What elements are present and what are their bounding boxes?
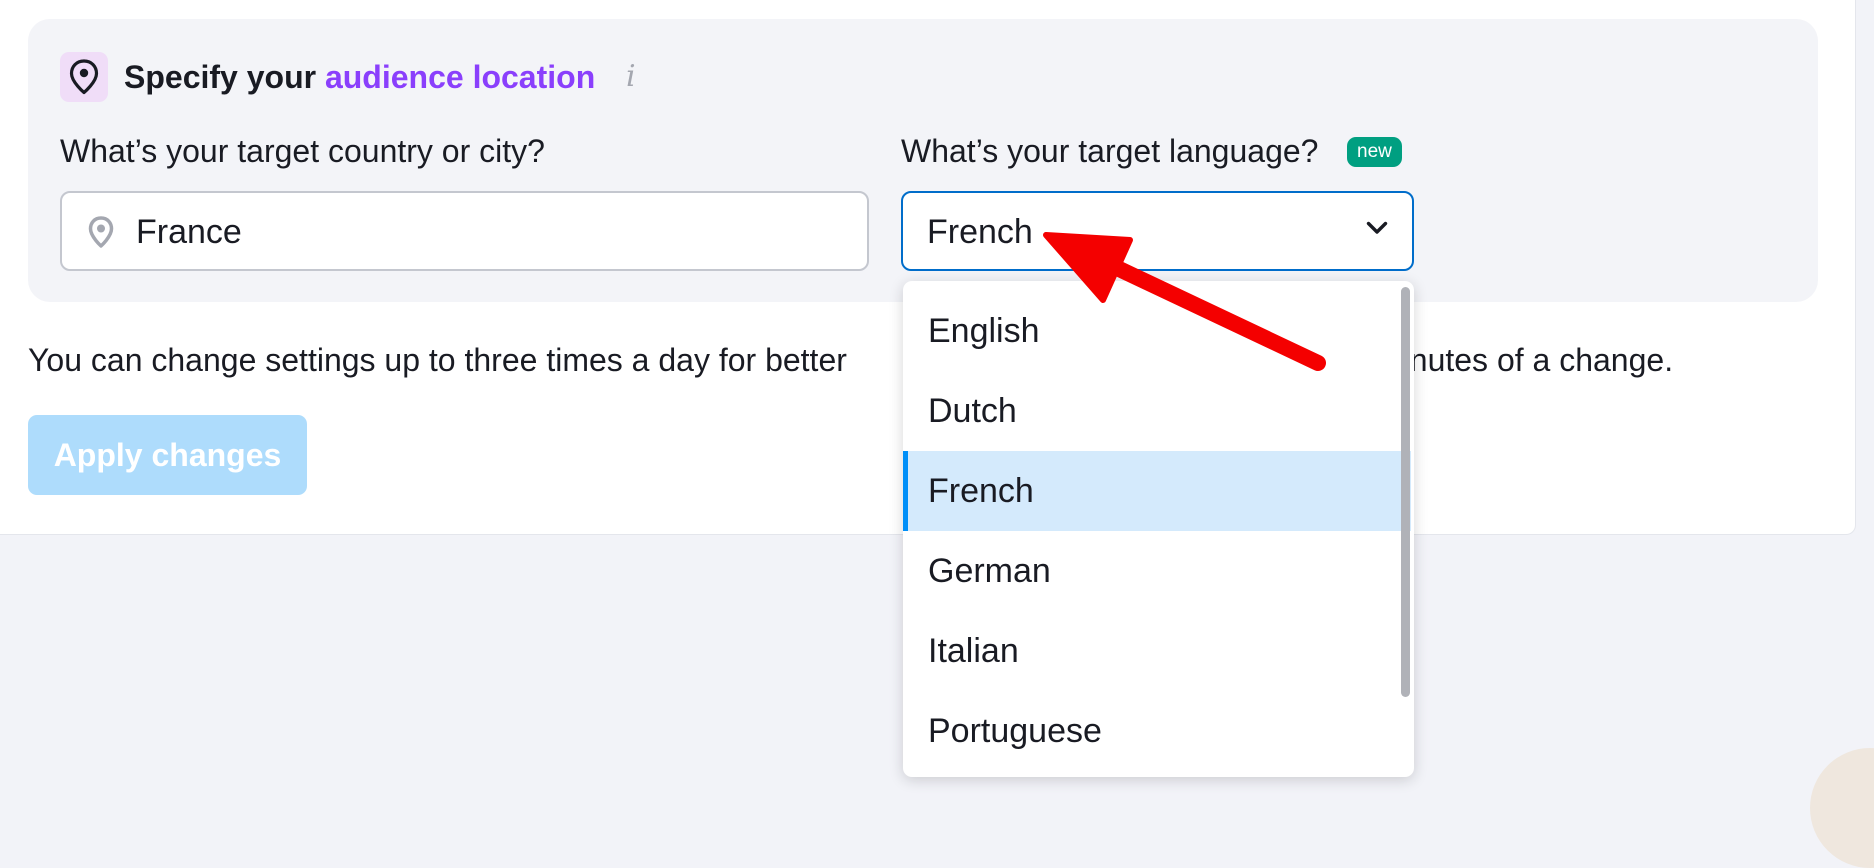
language-label: What’s your target language? — [901, 133, 1319, 169]
dropdown-option-dutch[interactable]: Dutch — [903, 371, 1414, 451]
dropdown-option-french[interactable]: French — [903, 451, 1411, 531]
language-dropdown: English Dutch French German Italian Port… — [903, 281, 1414, 777]
chevron-down-icon — [1366, 221, 1388, 240]
language-select[interactable]: French — [901, 191, 1414, 271]
corner-widget — [1810, 748, 1874, 868]
heading-accent: audience location — [324, 59, 596, 95]
country-value: France — [136, 213, 242, 251]
dropdown-scrollbar[interactable] — [1401, 287, 1410, 697]
dropdown-option-portuguese[interactable]: Portuguese — [903, 691, 1414, 771]
settings-note-tail: minutes of a change. — [1376, 342, 1674, 378]
section-heading: Specify your audience location — [124, 55, 595, 99]
settings-note: You can change settings up to three time… — [28, 339, 1673, 381]
country-label: What’s your target country or city? — [60, 133, 545, 169]
settings-note-text: You can change settings up to three time… — [28, 342, 847, 378]
location-pin-icon — [88, 216, 114, 253]
dropdown-option-german[interactable]: German — [903, 531, 1414, 611]
heading-prefix: Specify your — [124, 59, 317, 95]
dropdown-option-italian[interactable]: Italian — [903, 611, 1414, 691]
country-input[interactable]: France — [60, 191, 869, 271]
audience-location-section: Specify your audience location i What’s … — [28, 19, 1818, 302]
language-value: French — [927, 213, 1033, 251]
info-icon[interactable]: i — [626, 59, 636, 95]
dropdown-option-english[interactable]: English — [903, 291, 1414, 371]
apply-changes-button[interactable]: Apply changes — [28, 415, 307, 495]
new-badge: new — [1347, 137, 1402, 167]
location-pin-icon — [60, 52, 108, 102]
